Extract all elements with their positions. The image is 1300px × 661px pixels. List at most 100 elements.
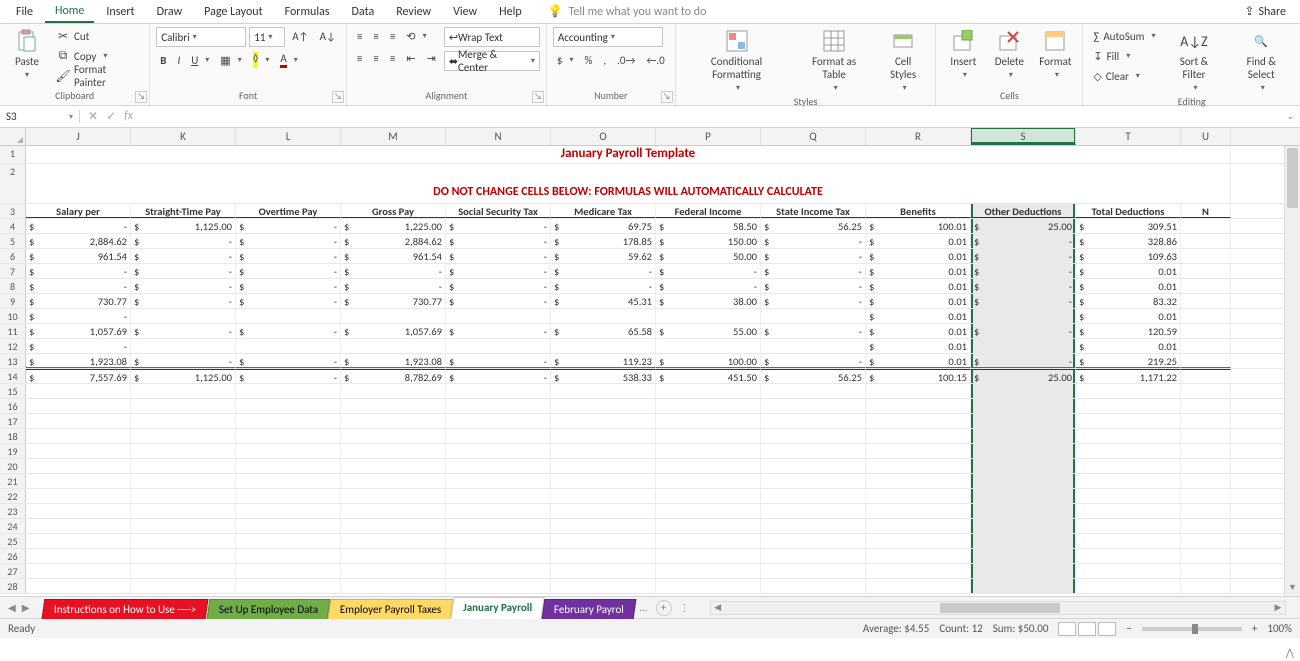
cell[interactable]: $- [341, 264, 446, 278]
cell[interactable] [761, 579, 866, 593]
cell[interactable]: $- [236, 294, 341, 308]
menu-file[interactable]: File [6, 2, 43, 22]
cell[interactable]: $- [971, 249, 1076, 263]
cell[interactable] [1076, 579, 1181, 593]
cell[interactable]: $- [446, 369, 551, 383]
cell[interactable] [551, 504, 656, 518]
cell[interactable] [341, 399, 446, 413]
merge-center-button[interactable]: ⬌Merge & Center [444, 51, 540, 71]
cell[interactable] [656, 459, 761, 473]
row-header-21[interactable]: 21 [0, 474, 26, 488]
cell[interactable]: $0.01 [866, 294, 971, 308]
cell[interactable]: $- [131, 354, 236, 368]
cell[interactable] [131, 309, 236, 323]
cell[interactable]: $0.01 [1076, 309, 1181, 323]
cell[interactable] [761, 489, 866, 503]
cell[interactable] [656, 519, 761, 533]
cell[interactable]: $- [971, 264, 1076, 278]
column-header-M[interactable]: M [341, 128, 446, 145]
cell[interactable]: $1,923.08 [341, 354, 446, 368]
cell[interactable] [236, 459, 341, 473]
cell[interactable]: $45.31 [551, 294, 656, 308]
cell[interactable] [1076, 549, 1181, 563]
cell[interactable] [1076, 429, 1181, 443]
cell[interactable]: $- [761, 264, 866, 278]
sheet-tab[interactable]: January Payroll [451, 597, 545, 619]
cell[interactable]: $0.01 [866, 324, 971, 338]
cell[interactable]: $- [761, 354, 866, 368]
cell[interactable] [551, 549, 656, 563]
column-header-J[interactable]: J [26, 128, 131, 145]
cell[interactable]: $100.01 [866, 219, 971, 233]
clipboard-dialog-launcher[interactable]: ↘ [135, 91, 147, 103]
collapse-ribbon-button[interactable]: ⋀ [1286, 646, 1294, 659]
clear-button[interactable]: ◇Clear [1089, 67, 1159, 85]
cell[interactable] [1181, 384, 1231, 398]
row-header-9[interactable]: 9 [0, 294, 26, 308]
cell[interactable] [446, 579, 551, 593]
cell[interactable] [236, 429, 341, 443]
header-cell[interactable]: Social Security Tax [446, 204, 551, 218]
scroll-right-button[interactable]: ▶ [1271, 602, 1285, 614]
cell[interactable] [131, 459, 236, 473]
cell[interactable] [656, 414, 761, 428]
cell[interactable] [971, 414, 1076, 428]
cell[interactable] [761, 429, 866, 443]
view-normal-button[interactable] [1058, 622, 1076, 636]
cell[interactable] [446, 504, 551, 518]
underline-button[interactable]: U [187, 51, 213, 69]
cell[interactable]: $- [236, 369, 341, 383]
fx-button[interactable]: fx [124, 109, 133, 124]
cell[interactable]: $- [761, 249, 866, 263]
menu-formulas[interactable]: Formulas [275, 2, 340, 22]
cell[interactable]: $65.58 [551, 324, 656, 338]
cell[interactable]: $- [971, 294, 1076, 308]
cell[interactable] [1076, 564, 1181, 578]
number-format-combo[interactable]: Accounting [553, 27, 663, 47]
cell[interactable] [1181, 504, 1231, 518]
cell[interactable] [761, 519, 866, 533]
border-button[interactable]: ▦ [216, 51, 245, 69]
cell[interactable]: $59.62 [551, 249, 656, 263]
cell[interactable] [866, 444, 971, 458]
cell[interactable] [866, 459, 971, 473]
cell-styles-button[interactable]: Cell Styles [877, 27, 929, 95]
cell[interactable]: $- [656, 279, 761, 293]
sort-filter-button[interactable]: A↓ZSort & Filter [1163, 27, 1224, 95]
cell[interactable] [1181, 534, 1231, 548]
cell[interactable] [866, 564, 971, 578]
cell[interactable]: $0.01 [866, 249, 971, 263]
cell[interactable]: $- [26, 309, 131, 323]
cell[interactable]: $- [971, 324, 1076, 338]
cell[interactable] [761, 384, 866, 398]
cell[interactable]: $- [446, 279, 551, 293]
cell[interactable] [551, 489, 656, 503]
cell[interactable] [971, 489, 1076, 503]
cell[interactable] [656, 309, 761, 323]
cell[interactable]: $961.54 [26, 249, 131, 263]
column-header-P[interactable]: P [656, 128, 761, 145]
cell[interactable] [761, 534, 866, 548]
expand-formula-bar[interactable]: ⌄ [1280, 111, 1300, 122]
cell[interactable] [551, 519, 656, 533]
view-page-layout-button[interactable] [1078, 622, 1096, 636]
cell[interactable] [1181, 519, 1231, 533]
cell[interactable] [131, 564, 236, 578]
cell[interactable]: $- [131, 249, 236, 263]
increase-font-button[interactable]: A↑ [288, 27, 312, 45]
cell[interactable]: $- [341, 279, 446, 293]
share-button[interactable]: ⇪ Share [1236, 1, 1294, 22]
cell[interactable] [761, 414, 866, 428]
row-header-27[interactable]: 27 [0, 564, 26, 578]
cell[interactable] [131, 504, 236, 518]
italic-button[interactable]: I [173, 51, 184, 69]
cell[interactable] [551, 384, 656, 398]
cell[interactable]: $- [446, 219, 551, 233]
row-header-23[interactable]: 23 [0, 504, 26, 518]
cell[interactable]: $- [236, 279, 341, 293]
cell[interactable] [236, 519, 341, 533]
cell[interactable]: $69.75 [551, 219, 656, 233]
cell[interactable] [1181, 309, 1231, 323]
wrap-text-button[interactable]: ↩Wrap Text [444, 27, 540, 47]
cell[interactable] [1181, 444, 1231, 458]
